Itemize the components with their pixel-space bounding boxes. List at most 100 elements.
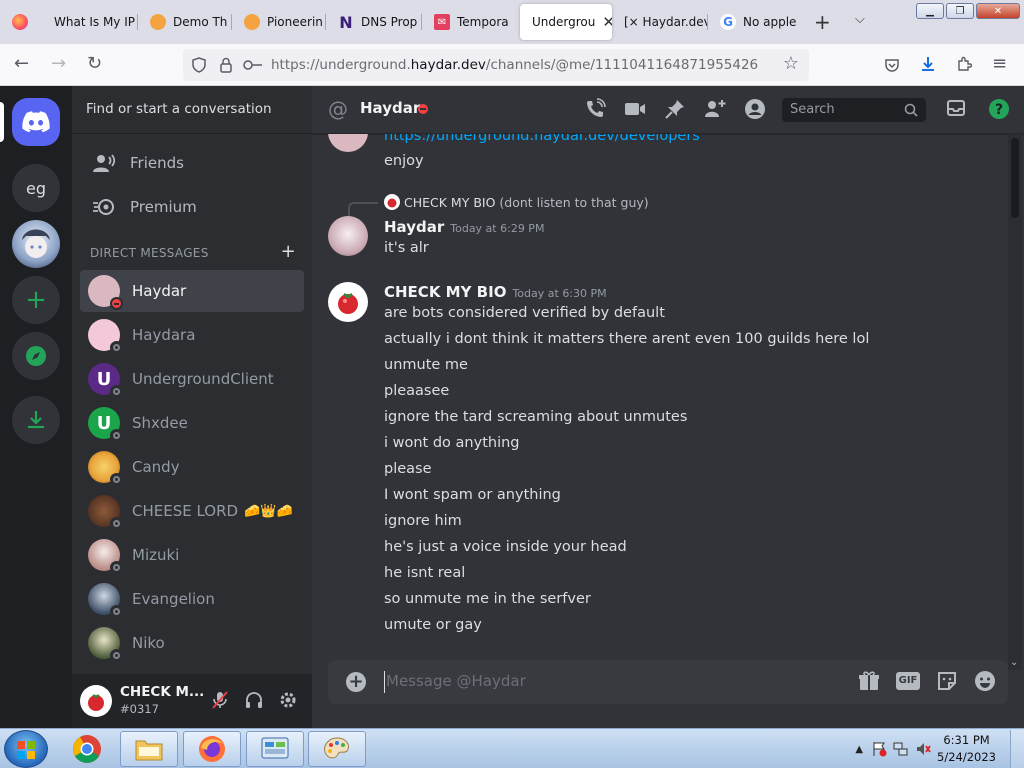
- voice-call-icon[interactable]: [584, 98, 606, 120]
- add-server-icon[interactable]: +: [12, 276, 60, 324]
- minimize-icon[interactable]: ▁: [916, 3, 944, 19]
- user-avatar[interactable]: [80, 685, 112, 717]
- window-close-icon[interactable]: ✕: [976, 3, 1020, 19]
- mic-muted-icon[interactable]: [210, 690, 230, 710]
- tab-label: DNS Prop: [361, 15, 418, 29]
- message-avatar[interactable]: [328, 134, 368, 152]
- lock-icon[interactable]: [219, 56, 233, 74]
- bookmark-star-icon[interactable]: ☆: [783, 53, 799, 74]
- chevron-down-icon[interactable]: ⌵: [855, 12, 865, 27]
- emoji-icon[interactable]: [974, 670, 996, 692]
- hamburger-menu-icon[interactable]: ≡: [992, 53, 1007, 75]
- tab-underground-active[interactable]: Undergrou ✕: [520, 4, 612, 40]
- nav-friends[interactable]: Friends: [80, 142, 304, 184]
- taskbar-control-panel[interactable]: [246, 731, 304, 767]
- extensions-puzzle-icon[interactable]: [956, 56, 972, 72]
- help-icon[interactable]: ?: [988, 98, 1010, 120]
- tab-pioneering[interactable]: Pioneerin: [232, 4, 326, 40]
- url-bar[interactable]: https://underground.haydar.dev/channels/…: [183, 49, 809, 81]
- pocket-icon[interactable]: [884, 57, 900, 73]
- dm-item-haydara[interactable]: Haydara: [80, 314, 304, 356]
- explore-compass-icon[interactable]: [12, 332, 60, 380]
- new-tab-icon[interactable]: +: [814, 10, 831, 34]
- action-center-flag-icon[interactable]: [871, 741, 887, 757]
- firefox-menu-tab[interactable]: [0, 4, 40, 40]
- clock-date: 5/24/2023: [937, 750, 996, 764]
- volume-muted-icon[interactable]: [915, 741, 931, 757]
- dm-item-mizuki[interactable]: Mizuki: [80, 534, 304, 576]
- dm-item-niko[interactable]: Niko: [80, 622, 304, 664]
- dm-search-placeholder[interactable]: Find or start a conversation: [86, 101, 272, 117]
- tab-temporary-mail[interactable]: ✉ Tempora: [422, 4, 518, 40]
- taskbar-explorer[interactable]: [120, 731, 178, 767]
- dm-item-haydar[interactable]: Haydar: [80, 270, 304, 312]
- sticker-icon[interactable]: [936, 670, 958, 692]
- message-composer[interactable]: + Message @Haydar GIF: [328, 660, 1008, 704]
- user-panel: CHECK M... #0317: [72, 674, 312, 728]
- gif-icon[interactable]: GIF: [896, 672, 920, 690]
- dm-item-candy[interactable]: Candy: [80, 446, 304, 488]
- friends-wave-icon: [93, 154, 116, 172]
- start-button[interactable]: [4, 730, 48, 768]
- message-link[interactable]: https://underground.haydar.dev/developer…: [384, 134, 700, 144]
- taskbar-chrome[interactable]: [58, 731, 116, 767]
- message-text: pleaasee: [384, 383, 450, 399]
- home-discord-logo-icon[interactable]: [12, 98, 60, 146]
- composer-placeholder[interactable]: Message @Haydar: [386, 672, 526, 690]
- message-author[interactable]: Haydar Today at 6:29 PM: [384, 218, 544, 236]
- upload-plus-icon[interactable]: +: [346, 672, 366, 692]
- close-tab-icon[interactable]: ✕: [602, 13, 612, 31]
- tab-demo[interactable]: Demo Th: [138, 4, 232, 40]
- show-hidden-icons-icon[interactable]: ▲: [855, 744, 863, 755]
- create-dm-plus-icon[interactable]: +: [281, 243, 296, 261]
- server-anime-avatar[interactable]: [12, 220, 60, 268]
- permissions-key-icon[interactable]: [243, 59, 263, 71]
- headphones-icon[interactable]: [244, 690, 264, 710]
- clock[interactable]: 6:31 PM 5/24/2023: [937, 732, 996, 766]
- message-author[interactable]: CHECK MY BIO Today at 6:30 PM: [384, 283, 607, 301]
- restore-icon[interactable]: ❐: [946, 3, 974, 19]
- scroll-down-arrow-icon[interactable]: ⌄: [1010, 657, 1018, 668]
- video-call-icon[interactable]: [624, 98, 646, 120]
- tab-what-is-my-ip[interactable]: What Is My IP: [42, 4, 138, 40]
- dm-item-undergroundclient[interactable]: U UndergroundClient: [80, 358, 304, 400]
- user-profile-icon[interactable]: [744, 98, 766, 120]
- header-toolbar-right: ?: [946, 98, 1010, 120]
- message-avatar[interactable]: [328, 216, 368, 256]
- dm-item-shxdee[interactable]: U Shxdee: [80, 402, 304, 444]
- forward-arrow-icon[interactable]: →: [51, 53, 66, 75]
- inbox-icon[interactable]: [946, 98, 966, 118]
- browser-tab-strip: What Is My IP Demo Th Pioneerin N DNS Pr…: [0, 0, 1024, 44]
- tab-haydar-dev[interactable]: [× Haydar.dev: [612, 4, 708, 40]
- offline-status-icon: [113, 652, 120, 659]
- taskbar-firefox[interactable]: [183, 731, 241, 767]
- offline-status-icon: [113, 520, 120, 527]
- reply-preview[interactable]: CHECK MY BIO (dont listen to that guy): [384, 194, 649, 210]
- server-eg[interactable]: eg: [12, 164, 60, 212]
- chat-search-input[interactable]: Search: [782, 98, 926, 122]
- message-avatar[interactable]: [328, 282, 368, 322]
- nav-premium[interactable]: Premium: [80, 186, 304, 228]
- download-apps-icon[interactable]: [12, 396, 60, 444]
- url-text[interactable]: https://underground.haydar.dev/channels/…: [271, 57, 758, 73]
- tab-dns-propagation[interactable]: N DNS Prop: [326, 4, 422, 40]
- gift-icon[interactable]: [858, 670, 880, 692]
- reload-icon[interactable]: ↻: [87, 53, 102, 75]
- tab-no-apple[interactable]: G No apple: [708, 4, 804, 40]
- downloads-icon[interactable]: [919, 55, 937, 73]
- scrollbar-thumb[interactable]: [1011, 138, 1019, 218]
- taskbar-paint[interactable]: [308, 731, 366, 767]
- back-arrow-icon[interactable]: ←: [14, 53, 29, 75]
- network-icon[interactable]: [893, 741, 909, 757]
- chat-title[interactable]: Haydar: [360, 99, 420, 117]
- dm-search-bar[interactable]: Find or start a conversation: [72, 86, 312, 134]
- dm-item-cheese-lord[interactable]: CHEESE LORD 🧀👑🧀: [80, 490, 304, 532]
- add-friend-icon[interactable]: [704, 98, 726, 120]
- dm-item-evangelion[interactable]: Evangelion: [80, 578, 304, 620]
- nitro-icon: [93, 199, 114, 215]
- show-desktop-button[interactable]: [1010, 729, 1024, 768]
- pin-icon[interactable]: [664, 98, 686, 120]
- scrollbar[interactable]: ⌄: [1008, 134, 1022, 670]
- settings-gear-icon[interactable]: [278, 690, 298, 710]
- shield-icon[interactable]: [191, 57, 207, 73]
